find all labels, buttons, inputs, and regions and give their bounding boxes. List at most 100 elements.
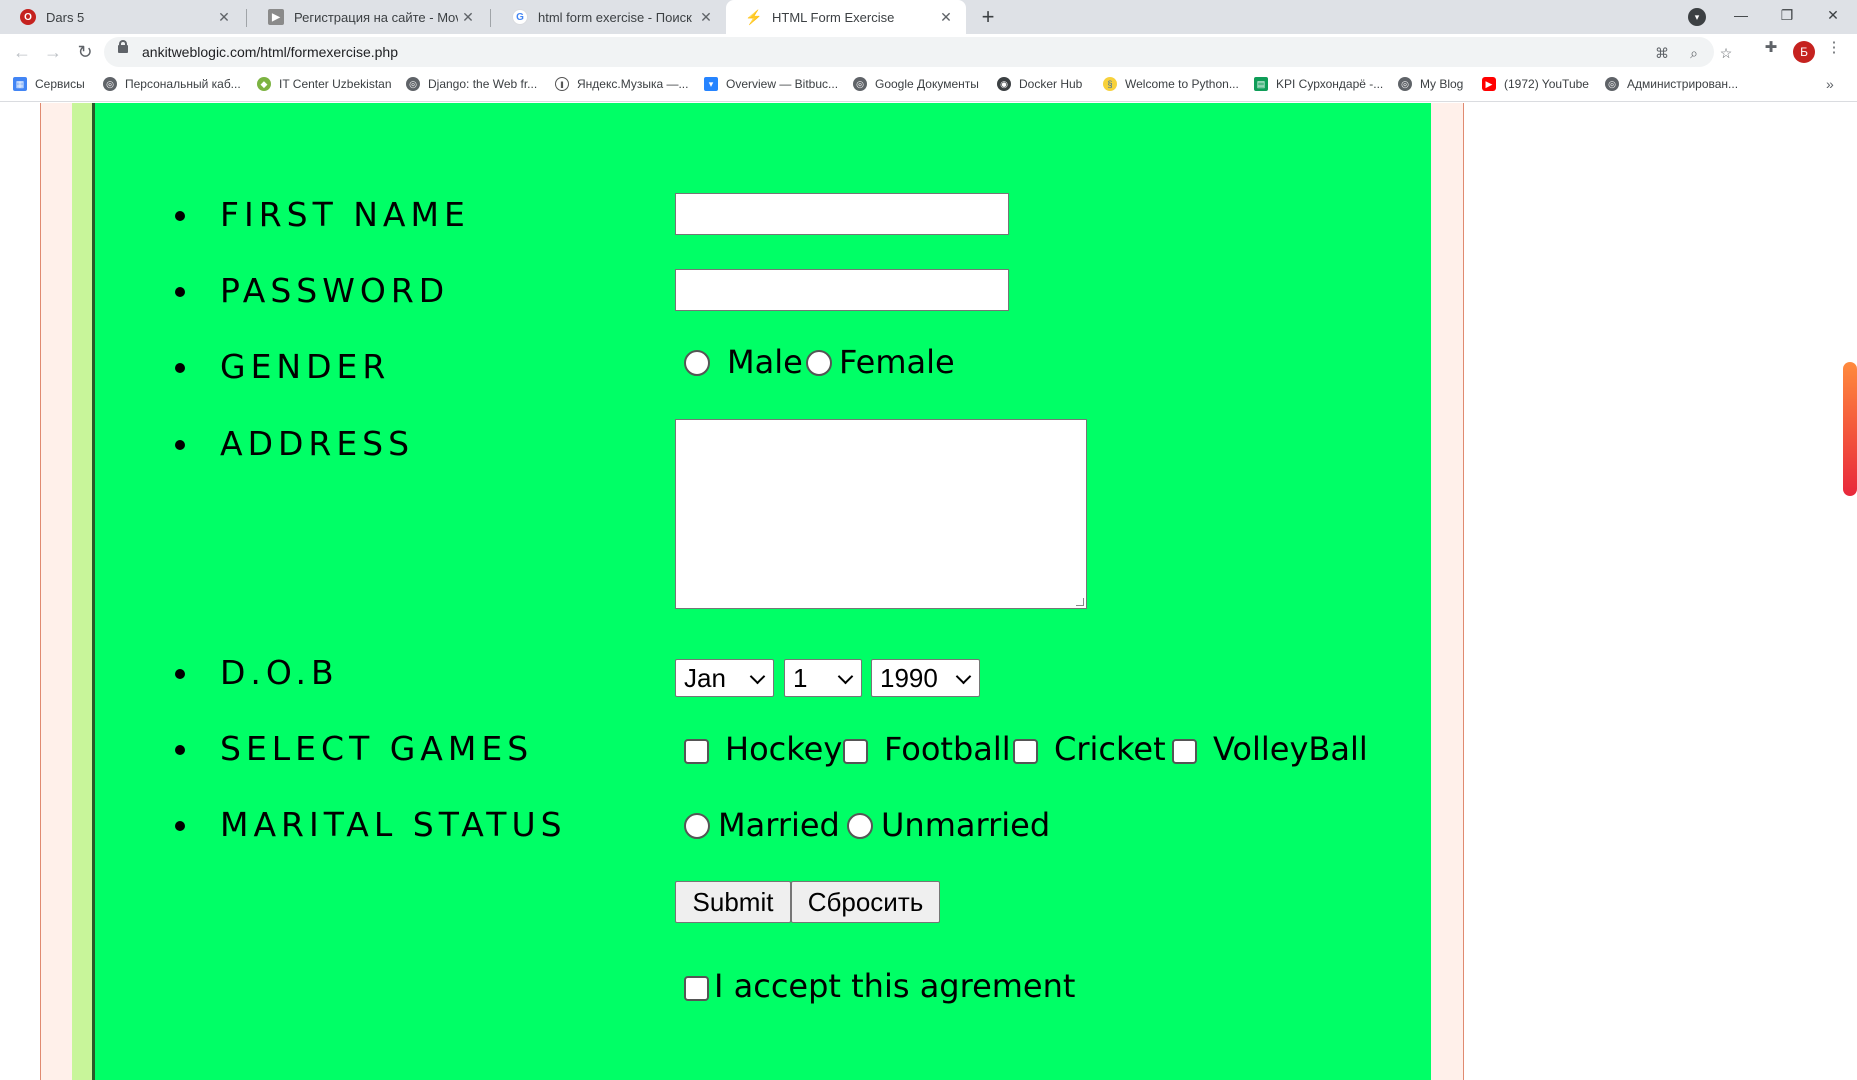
bookmark-label: IT Center Uzbekistan xyxy=(279,77,392,91)
avatar[interactable]: Б xyxy=(1793,41,1815,63)
bookmark-label: Google Документы xyxy=(875,77,979,91)
gender-female-radio[interactable] xyxy=(806,350,832,376)
address-textarea[interactable] xyxy=(675,419,1087,609)
globe-icon: ◎ xyxy=(853,77,867,91)
dob-year-value: 1990 xyxy=(880,663,938,693)
reset-button[interactable]: Сбросить xyxy=(791,881,940,923)
football-checkbox[interactable] xyxy=(843,739,868,764)
reload-icon[interactable]: ↻ xyxy=(73,40,97,64)
bookmark-label: Overview — Bitbuc... xyxy=(726,77,839,91)
list-bullet xyxy=(175,211,185,221)
games-label: SELECT GAMES xyxy=(220,729,534,768)
bookmark-label: KPI Сурхондарё -... xyxy=(1276,77,1384,91)
new-tab-button[interactable]: + xyxy=(975,4,1001,30)
tab-google-search[interactable]: G html form exercise - Поиск в Google ✕ xyxy=(492,0,726,34)
tab-dars5[interactable]: O Dars 5 ✕ xyxy=(0,0,244,34)
agreement-checkbox[interactable] xyxy=(684,976,709,1001)
tab-mover[interactable]: ▶ Регистрация на сайте - Mover.uz ✕ xyxy=(248,0,488,34)
dob-month-select[interactable]: Jan xyxy=(675,659,774,697)
globe-icon: ◎ xyxy=(103,77,117,91)
bookmark-item[interactable]: ◎ Google Документы xyxy=(853,77,979,91)
dob-day-select[interactable]: 1 xyxy=(784,659,862,697)
list-bullet xyxy=(175,287,185,297)
forward-icon[interactable]: → xyxy=(41,40,65,64)
unmarried-label: Unmarried xyxy=(881,806,1051,844)
close-icon[interactable]: ✕ xyxy=(696,9,716,26)
tab-title: Регистрация на сайте - Mover.uz xyxy=(294,9,458,25)
extensions-icon[interactable]: ✚ xyxy=(1761,38,1781,58)
bookmark-label: Django: the Web fr... xyxy=(428,77,538,91)
married-label: Married xyxy=(718,806,840,844)
bookmark-item[interactable]: ◎ Django: the Web fr... xyxy=(406,77,537,91)
agreement-label: I accept this agrement xyxy=(714,967,1076,1005)
gender-male-radio[interactable] xyxy=(684,350,710,376)
opera-icon: O xyxy=(20,9,36,25)
gender-label: GENDER xyxy=(220,347,391,386)
list-bullet xyxy=(175,821,185,831)
password-input[interactable] xyxy=(675,269,1009,311)
address-label: ADDRESS xyxy=(220,424,415,463)
dob-year-select[interactable]: 1990 xyxy=(871,659,980,697)
first-name-input[interactable] xyxy=(675,193,1009,235)
bookmarks-overflow-icon[interactable]: » xyxy=(1826,76,1834,92)
close-icon[interactable]: ✕ xyxy=(936,9,956,26)
bookmark-label: Сервисы xyxy=(35,77,85,91)
bookmark-item[interactable]: ◆ IT Center Uzbekistan xyxy=(257,77,392,91)
list-bullet xyxy=(175,363,185,373)
close-icon[interactable]: ✕ xyxy=(458,9,478,26)
bookmark-item[interactable]: ▦ Сервисы xyxy=(13,77,85,91)
dob-month-value: Jan xyxy=(684,663,726,693)
minimize-button[interactable]: — xyxy=(1718,0,1764,32)
sheet-icon: ▤ xyxy=(1254,77,1268,91)
bookmark-item[interactable]: ▤ KPI Сурхондарё -... xyxy=(1254,77,1383,91)
bookmark-item[interactable]: § Welcome to Python... xyxy=(1103,77,1239,91)
bookmark-label: Администрирован... xyxy=(1627,77,1739,91)
bookmark-item[interactable]: ◎ Персональный каб... xyxy=(103,77,241,91)
youtube-icon: ▶ xyxy=(1482,77,1496,91)
hockey-checkbox[interactable] xyxy=(684,739,709,764)
tab-separator xyxy=(246,9,247,27)
cube-icon: ◆ xyxy=(257,77,271,91)
gender-female-label: Female xyxy=(839,343,955,381)
python-icon: § xyxy=(1103,77,1117,91)
list-bullet xyxy=(175,440,185,450)
dob-label: D.O.B xyxy=(220,653,339,692)
submit-button[interactable]: Submit xyxy=(675,881,791,923)
globe-icon: ◎ xyxy=(1398,77,1412,91)
address-bar[interactable]: ankitweblogic.com/html/formexercise.php … xyxy=(104,37,1732,67)
menu-icon[interactable]: ⋮ xyxy=(1824,38,1844,58)
close-icon[interactable]: ✕ xyxy=(214,9,234,26)
scrollbar-thumb[interactable] xyxy=(1843,362,1857,496)
bookmark-label: Яндекс.Музыка —... xyxy=(577,77,689,91)
chevron-down-icon xyxy=(955,668,972,685)
star-icon[interactable]: ☆ xyxy=(1716,43,1736,63)
zoom-icon[interactable]: ⌕ xyxy=(1684,43,1704,63)
tab-strip: O Dars 5 ✕ ▶ Регистрация на сайте - Move… xyxy=(0,0,1857,34)
globe-icon: ◎ xyxy=(1605,77,1619,91)
cricket-checkbox[interactable] xyxy=(1013,739,1038,764)
restore-button[interactable]: ❐ xyxy=(1764,0,1810,32)
bookmark-item[interactable]: ‖ Яндекс.Музыка —... xyxy=(555,77,688,91)
tab-html-form-exercise[interactable]: ⚡ HTML Form Exercise ✕ xyxy=(726,0,966,34)
gender-male-label: Male xyxy=(727,343,803,381)
bookmark-item[interactable]: ▶ (1972) YouTube xyxy=(1482,77,1589,91)
first-name-label: FIRST NAME xyxy=(220,195,470,234)
back-icon[interactable]: ← xyxy=(10,40,34,64)
tab-search-icon[interactable]: ▾ xyxy=(1688,8,1706,26)
password-label: PASSWORD xyxy=(220,271,450,310)
bookmark-label: Docker Hub xyxy=(1019,77,1083,91)
bookmark-item[interactable]: ◉ Docker Hub xyxy=(997,77,1082,91)
bookmark-item[interactable]: ◎ My Blog xyxy=(1398,77,1463,91)
url-text: ankitweblogic.com/html/formexercise.php xyxy=(142,44,398,60)
resize-handle-icon[interactable] xyxy=(1076,598,1084,606)
bookmark-label: (1972) YouTube xyxy=(1504,77,1589,91)
translate-icon[interactable]: ⌘ xyxy=(1652,43,1672,63)
volleyball-checkbox[interactable] xyxy=(1172,739,1197,764)
bookmark-item[interactable]: ▾ Overview — Bitbuc... xyxy=(704,77,838,91)
married-radio[interactable] xyxy=(684,813,710,839)
close-window-button[interactable]: ✕ xyxy=(1810,0,1856,32)
google-icon: G xyxy=(512,9,528,25)
unmarried-radio[interactable] xyxy=(847,813,873,839)
bookmark-item[interactable]: ◎ Администрирован... xyxy=(1605,77,1738,91)
tab-separator xyxy=(490,9,491,27)
